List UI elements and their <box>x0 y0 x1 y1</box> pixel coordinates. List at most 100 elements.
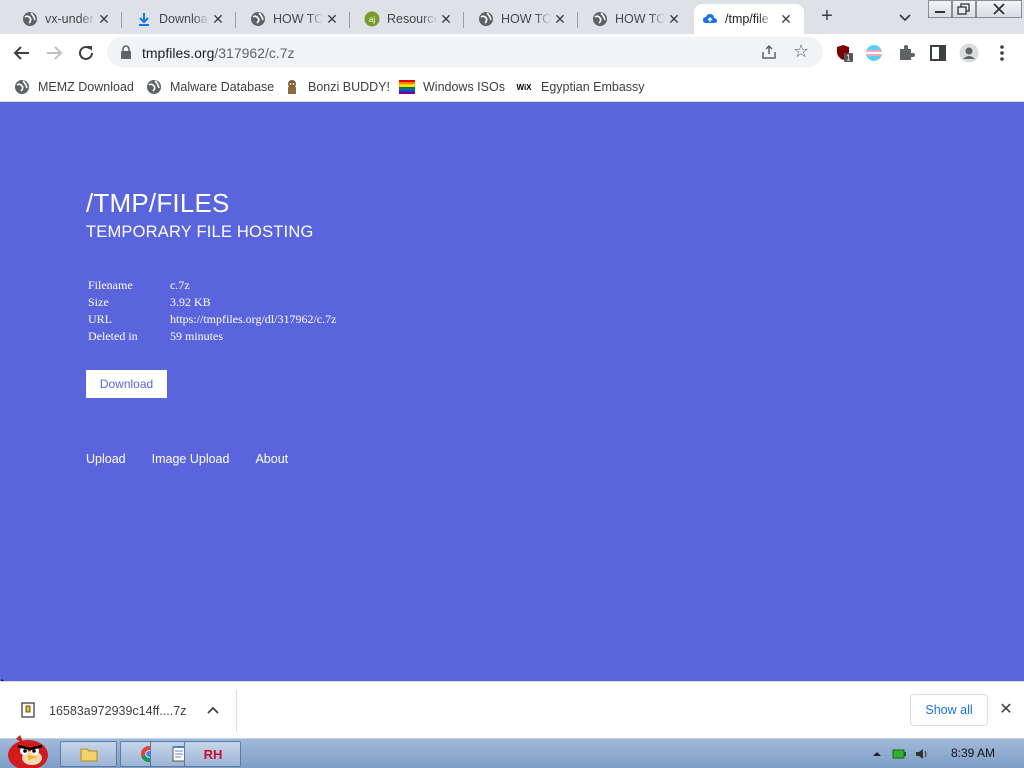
profile-avatar-icon[interactable] <box>959 43 979 63</box>
download-button[interactable]: Download <box>86 370 167 398</box>
info-key: URL <box>88 312 112 326</box>
minimize-button[interactable] <box>928 0 952 18</box>
close-shelf-icon[interactable]: ✕ <box>997 701 1015 719</box>
lock-icon[interactable] <box>119 45 133 59</box>
taskbar-explorer-button[interactable] <box>60 741 117 767</box>
tab-close-icon[interactable]: ✕ <box>438 11 454 27</box>
tab-close-icon[interactable]: ✕ <box>324 11 340 27</box>
bookmark-malware-database[interactable]: Malware Database <box>146 76 274 98</box>
tab-close-icon[interactable]: ✕ <box>210 11 226 27</box>
tab-3[interactable]: aj Resource ✕ <box>356 4 464 34</box>
url-text[interactable]: tmpfiles.org/317962/c.7z <box>142 45 295 61</box>
bookmark-star-icon[interactable]: ☆ <box>793 41 809 61</box>
download-icon <box>136 11 152 27</box>
bonzi-icon <box>284 79 300 95</box>
rh-icon: RH <box>203 747 222 762</box>
tab-6-active[interactable]: /tmp/file ✕ <box>694 4 804 34</box>
tab-close-icon[interactable]: ✕ <box>96 11 112 27</box>
ublock-extension-icon[interactable]: 1 <box>834 43 854 63</box>
start-button-angry-bird-icon[interactable] <box>2 731 50 768</box>
chevron-up-icon[interactable] <box>205 702 221 718</box>
info-value: 59 minutes <box>170 329 223 343</box>
forward-button[interactable] <box>41 40 67 66</box>
globe-icon <box>22 11 38 27</box>
info-value: c.7z <box>170 278 190 292</box>
trans-flag-extension-icon[interactable] <box>864 43 884 63</box>
bookmark-memz-download[interactable]: MEMZ Download <box>14 76 134 98</box>
reload-button[interactable] <box>73 40 99 66</box>
bookmark-bonzi-buddy[interactable]: Bonzi BUDDY! <box>284 76 390 98</box>
svg-text:RH: RH <box>203 747 222 762</box>
tab-5[interactable]: HOW TO ✕ <box>584 4 692 34</box>
about-link[interactable]: About <box>255 452 288 466</box>
new-tab-button[interactable]: + <box>815 6 839 28</box>
share-icon[interactable] <box>761 44 777 60</box>
bookmark-label: Bonzi BUDDY! <box>308 80 390 94</box>
downloaded-filename[interactable]: 16583a972939c14ff....7z <box>49 704 186 718</box>
svg-text:1: 1 <box>846 54 851 63</box>
folder-icon <box>80 748 97 762</box>
tab-4[interactable]: HOW TO ✕ <box>470 4 578 34</box>
tab-2[interactable]: HOW TO ✕ <box>242 4 350 34</box>
page-subtitle: TEMPORARY FILE HOSTING <box>86 223 314 241</box>
show-all-button[interactable]: Show all <box>910 694 988 726</box>
tab-title: HOW TO <box>501 12 551 26</box>
tab-close-icon[interactable]: ✕ <box>666 11 682 27</box>
bookmark-egyptian-embassy[interactable]: WiX Egyptian Embassy <box>515 76 645 98</box>
taskbar-resource-hacker-button[interactable]: RH <box>184 741 241 767</box>
bookmark-label: Malware Database <box>170 80 275 94</box>
tray-expand-icon[interactable] <box>870 747 884 761</box>
tab-separator <box>463 12 464 28</box>
menu-kebab-icon[interactable] <box>992 43 1012 63</box>
svg-text:aj: aj <box>369 15 375 24</box>
rainbow-flag-icon <box>399 79 415 95</box>
tab-strip: vx-under ✕ Download ✕ HOW TO ✕ aj Resour… <box>0 0 1024 34</box>
volume-icon[interactable] <box>915 747 929 761</box>
footer-nav: Upload Image Upload About <box>86 452 314 466</box>
info-key: Size <box>88 295 109 309</box>
file-info-table: Filename c.7z Size 3.92 KB URL https://t… <box>88 277 336 345</box>
info-key: Filename <box>88 278 133 292</box>
tab-title: Resource <box>387 12 437 26</box>
address-bar[interactable]: tmpfiles.org/317962/c.7z ☆ <box>107 37 823 67</box>
side-panel-icon[interactable] <box>928 43 948 63</box>
globe-icon <box>592 11 608 27</box>
reload-icon <box>79 45 93 60</box>
battery-icon[interactable] <box>892 747 906 761</box>
tab-separator <box>349 12 350 28</box>
info-key: Deleted in <box>88 329 138 343</box>
windows-taskbar: RH 8:39 AM <box>0 735 1024 768</box>
globe-icon <box>478 11 494 27</box>
bookmark-windows-isos[interactable]: Windows ISOs <box>399 76 505 98</box>
upload-link[interactable]: Upload <box>86 452 126 466</box>
tab-1[interactable]: Download ✕ <box>128 4 236 34</box>
archive-file-icon[interactable] <box>20 702 36 718</box>
bookmarks-bar: MEMZ Download Malware Database Bonzi BUD… <box>0 71 1024 102</box>
info-value-url: https://tmpfiles.org/dl/317962/c.7z <box>170 312 337 326</box>
tab-close-icon[interactable]: ✕ <box>552 11 568 27</box>
url-path: /317962/c.7z <box>214 45 295 61</box>
image-upload-link[interactable]: Image Upload <box>152 452 230 466</box>
globe-icon <box>14 79 30 95</box>
tab-separator <box>121 12 122 28</box>
extensions-puzzle-icon[interactable] <box>896 43 916 63</box>
back-button[interactable] <box>9 40 35 66</box>
browser-toolbar: tmpfiles.org/317962/c.7z ☆ 1 <box>0 34 1024 71</box>
close-window-button[interactable] <box>976 0 1022 18</box>
tab-title: HOW TO <box>615 12 665 26</box>
info-row-filename: Filename c.7z <box>88 277 336 294</box>
globe-icon <box>146 79 162 95</box>
url-host: tmpfiles.org <box>142 45 215 61</box>
clock-time[interactable]: 8:39 AM <box>951 746 995 760</box>
tab-close-icon[interactable]: ✕ <box>778 11 794 27</box>
bookmark-label: Egyptian Embassy <box>541 80 645 94</box>
tab-0[interactable]: vx-under ✕ <box>14 4 122 34</box>
bookmark-label: Windows ISOs <box>423 80 505 94</box>
download-shelf: 16583a972939c14ff....7z Show all ✕ <box>0 681 1024 738</box>
tab-title: HOW TO <box>273 12 323 26</box>
arrow-left-icon <box>13 46 29 60</box>
tab-search-chevron-icon[interactable] <box>895 7 915 27</box>
shelf-divider <box>236 690 237 732</box>
maximize-button[interactable] <box>952 0 976 18</box>
tab-title: Download <box>159 12 209 26</box>
